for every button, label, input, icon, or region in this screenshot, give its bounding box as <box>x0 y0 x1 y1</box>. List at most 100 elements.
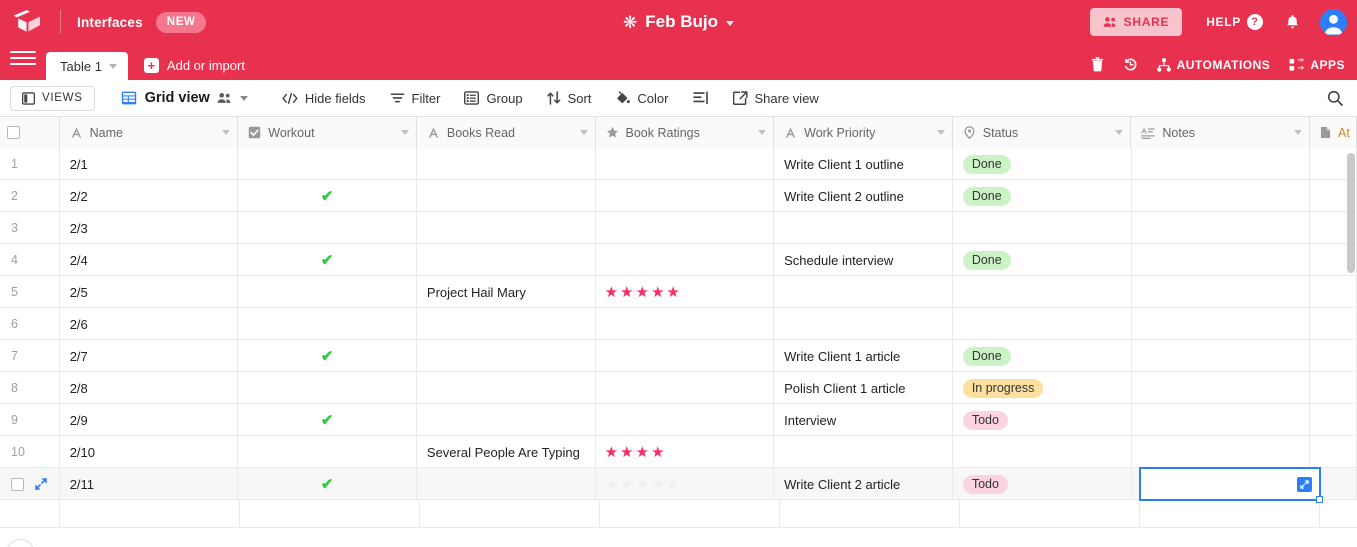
table-row[interactable]: 6 2/6 <box>0 308 1357 340</box>
table-row[interactable]: 5 2/5 Project Hail Mary ★ ★ ★ ★ ★ <box>0 276 1357 308</box>
grid-view-selector[interactable]: Grid view <box>121 90 248 106</box>
cell-attachments[interactable] <box>1310 404 1357 436</box>
cell-status[interactable]: Todo <box>953 468 1132 500</box>
expand-record-icon[interactable] <box>35 478 47 490</box>
cell-attachments[interactable] <box>1310 436 1357 468</box>
cell-workout[interactable]: ✔ <box>238 180 417 212</box>
cell-workout[interactable]: ✔ <box>238 244 417 276</box>
cell-status[interactable]: Todo <box>953 404 1132 436</box>
tab-table-1[interactable]: Table 1 <box>46 52 128 80</box>
cell-name[interactable]: 2/3 <box>60 212 239 244</box>
cell-books-read[interactable] <box>417 372 596 404</box>
star-icon[interactable]: ★ <box>651 285 664 300</box>
cell-book-ratings[interactable] <box>596 180 775 212</box>
cell-name[interactable]: 2/1 <box>60 148 239 180</box>
column-header-notes[interactable]: Notes <box>1131 117 1310 148</box>
cell-status[interactable]: Done <box>953 244 1132 276</box>
vertical-scrollbar[interactable] <box>1347 153 1355 273</box>
fill-handle[interactable] <box>1316 496 1323 503</box>
cell-work-priority[interactable] <box>774 436 953 468</box>
column-header-work-priority[interactable]: Work Priority <box>774 117 953 148</box>
cell-books-read[interactable] <box>417 308 596 340</box>
star-icon[interactable]: ★ <box>666 477 679 492</box>
star-icon[interactable]: ★ <box>636 445 649 460</box>
cell-books-read[interactable] <box>417 148 596 180</box>
hide-fields-button[interactable]: Hide fields <box>282 91 366 106</box>
star-icon[interactable]: ★ <box>605 445 618 460</box>
row-number-cell[interactable]: 7 <box>0 340 60 372</box>
cell-name[interactable]: 2/10 <box>60 436 239 468</box>
star-icon[interactable]: ★ <box>620 285 633 300</box>
cell-name[interactable]: 2/11 <box>60 468 239 500</box>
cell-book-ratings[interactable]: ★ ★ ★ ★ ★ <box>596 468 775 500</box>
user-avatar[interactable] <box>1320 8 1347 36</box>
row-number-cell[interactable]: 2 <box>0 180 60 212</box>
filter-button[interactable]: Filter <box>390 91 440 106</box>
cell-workout[interactable]: ✔ <box>238 404 417 436</box>
cell-workout[interactable] <box>238 212 417 244</box>
cell-book-ratings[interactable] <box>596 404 775 436</box>
cell-status[interactable]: Done <box>953 340 1132 372</box>
cell-work-priority[interactable]: Write Client 2 article <box>774 468 953 500</box>
star-icon[interactable]: ★ <box>636 477 649 492</box>
cell-books-read[interactable] <box>417 340 596 372</box>
cell-notes[interactable] <box>1132 212 1311 244</box>
add-row-strip[interactable] <box>0 500 1357 528</box>
checkmark-icon[interactable]: ✔ <box>321 253 334 268</box>
cell-name[interactable]: 2/6 <box>60 308 239 340</box>
cell-name[interactable]: 2/5 <box>60 276 239 308</box>
cell-book-ratings[interactable] <box>596 372 775 404</box>
star-icon[interactable]: ★ <box>666 285 679 300</box>
cell-notes[interactable] <box>1132 404 1311 436</box>
cell-book-ratings[interactable] <box>596 308 775 340</box>
table-row[interactable]: 7 2/7 ✔ Write Client 1 article Done <box>0 340 1357 372</box>
interfaces-link[interactable]: Interfaces <box>77 15 143 30</box>
table-row[interactable]: 2 2/2 ✔ Write Client 2 outline Done <box>0 180 1357 212</box>
star-icon[interactable]: ★ <box>651 445 664 460</box>
cell-work-priority[interactable]: Schedule interview <box>774 244 953 276</box>
automations-button[interactable]: AUTOMATIONS <box>1156 58 1271 72</box>
cell-workout[interactable] <box>238 372 417 404</box>
rating-stars[interactable]: ★ ★ ★ ★ ★ <box>596 285 680 300</box>
cell-work-priority[interactable]: Write Client 1 outline <box>774 148 953 180</box>
cell-books-read[interactable]: Project Hail Mary <box>417 276 596 308</box>
rating-stars[interactable]: ★ ★ ★ ★ <box>596 445 665 460</box>
row-number-cell[interactable]: 5 <box>0 276 60 308</box>
cell-book-ratings[interactable] <box>596 244 775 276</box>
help-button[interactable]: HELP ? <box>1206 14 1263 30</box>
cell-books-read[interactable] <box>417 212 596 244</box>
cell-books-read[interactable] <box>417 244 596 276</box>
column-header-workout[interactable]: Workout <box>238 117 417 148</box>
group-button[interactable]: Group <box>464 91 523 106</box>
cell-workout[interactable] <box>238 148 417 180</box>
history-icon[interactable] <box>1123 57 1138 72</box>
cell-workout[interactable]: ✔ <box>238 340 417 372</box>
cell-status[interactable]: In progress <box>953 372 1132 404</box>
cell-work-priority[interactable] <box>774 212 953 244</box>
new-badge[interactable]: NEW <box>155 11 207 33</box>
star-icon[interactable]: ★ <box>651 477 664 492</box>
rating-stars[interactable]: ★ ★ ★ ★ ★ <box>596 477 680 492</box>
table-row[interactable]: 4 2/4 ✔ Schedule interview Done <box>0 244 1357 276</box>
star-icon[interactable]: ★ <box>605 285 618 300</box>
cell-work-priority[interactable]: Write Client 2 outline <box>774 180 953 212</box>
cell-name[interactable]: 2/7 <box>60 340 239 372</box>
table-row[interactable]: 10 2/10 Several People Are Typing ★ ★ ★ ★ <box>0 436 1357 468</box>
row-number-cell[interactable] <box>0 468 60 500</box>
share-button[interactable]: SHARE <box>1089 8 1183 36</box>
cell-attachments[interactable] <box>1310 372 1357 404</box>
row-number-cell[interactable]: 4 <box>0 244 60 276</box>
add-or-import-button[interactable]: + Add or import <box>143 58 245 73</box>
cell-book-ratings[interactable] <box>596 148 775 180</box>
row-height-button[interactable] <box>693 91 709 105</box>
row-select-checkbox[interactable] <box>11 477 24 491</box>
cell-name[interactable]: 2/8 <box>60 372 239 404</box>
cell-status[interactable] <box>953 436 1132 468</box>
table-row[interactable]: 9 2/9 ✔ Interview Todo <box>0 404 1357 436</box>
selected-cell-notes[interactable] <box>1139 467 1323 503</box>
table-row[interactable]: 3 2/3 <box>0 212 1357 244</box>
cell-notes[interactable] <box>1132 372 1311 404</box>
cell-attachments[interactable] <box>1310 276 1357 308</box>
checkmark-icon[interactable]: ✔ <box>321 349 334 364</box>
cell-workout[interactable] <box>238 276 417 308</box>
